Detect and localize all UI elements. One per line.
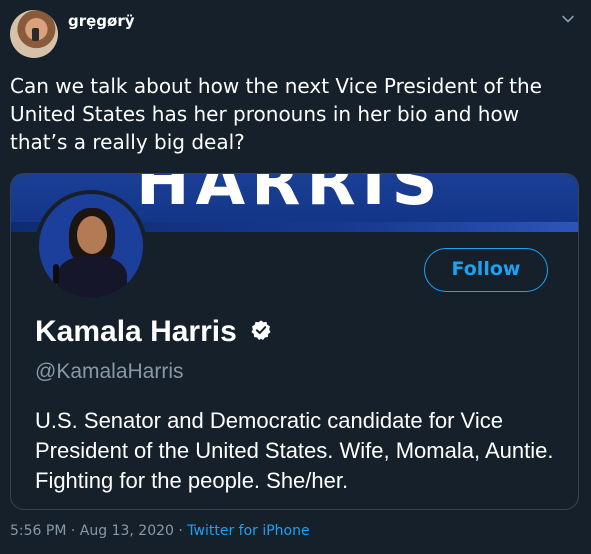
profile-handle: @KamalaHarris — [35, 360, 184, 383]
tweet-date[interactable]: Aug 13, 2020 — [80, 523, 174, 539]
follow-button[interactable]: Follow — [424, 248, 548, 292]
author-avatar[interactable] — [10, 10, 58, 58]
tweet-text: Can we talk about how the next Vice Pres… — [10, 74, 542, 154]
photo-suit — [57, 256, 127, 298]
tweet-source-link[interactable]: Twitter for iPhone — [187, 523, 309, 539]
profile-bio: U.S. Senator and Democratic candidate fo… — [35, 408, 554, 493]
meta-separator: · — [66, 523, 80, 539]
meta-separator: · — [173, 523, 188, 539]
profile-photo[interactable] — [35, 190, 147, 302]
tweet-time[interactable]: 5:56 PM — [10, 523, 66, 539]
chevron-down-icon[interactable] — [561, 12, 575, 26]
profile-display-name[interactable]: Kamala Harris — [35, 315, 237, 348]
photo-face — [77, 216, 107, 254]
profile-name-row: Kamala Harris — [35, 315, 272, 351]
author-username[interactable]: grȩgørÿ — [68, 12, 135, 30]
embedded-profile-card[interactable]: HARRIS Follow Kamala Harris @KamalaHarri… — [10, 173, 579, 510]
photo-microphone — [53, 264, 59, 284]
verified-badge-icon — [251, 320, 271, 340]
tweet-header: grȩgørÿ — [10, 10, 581, 60]
banner-text: HARRIS — [136, 174, 444, 220]
phone-shape — [32, 28, 39, 41]
tweet-meta: 5:56 PM · Aug 13, 2020 · Twitter for iPh… — [10, 523, 310, 539]
